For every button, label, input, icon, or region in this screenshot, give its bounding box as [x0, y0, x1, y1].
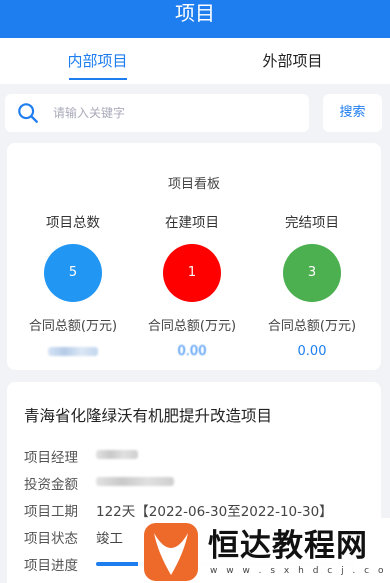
search-button[interactable]: 搜索	[323, 94, 382, 132]
tab-internal-projects[interactable]: 内部项目	[0, 38, 195, 84]
page-title: 项目	[175, 1, 215, 25]
search-bar[interactable]	[5, 94, 309, 132]
stat-completed-projects[interactable]: 完结项目 3 合同总额(万元) 0.00	[252, 211, 372, 359]
dashboard-title: 项目看板	[167, 177, 220, 192]
fish-tail-icon	[154, 533, 188, 575]
amount-label: 合同总额(万元)	[28, 319, 118, 334]
investment-value	[96, 473, 174, 493]
investment-row: 投资金额	[24, 473, 174, 493]
stat-label: 项目总数	[46, 215, 100, 231]
status-row: 项目状态 竣工	[24, 527, 123, 547]
project-manager-row: 项目经理	[24, 446, 138, 466]
row-key: 项目进度	[24, 558, 78, 574]
watermark-text: 恒达教程网	[208, 528, 368, 564]
stat-count-circle[interactable]: 1	[163, 244, 221, 302]
watermark: 恒达教程网 w w w . s x h d c j . c o m	[138, 518, 390, 583]
tab-external-projects[interactable]: 外部项目	[195, 38, 390, 84]
stat-label: 在建项目	[165, 215, 219, 231]
search-input[interactable]	[53, 106, 309, 120]
duration-row: 项目工期 122天【2022-06-30至2022-10-30】	[24, 500, 333, 520]
stat-total-projects[interactable]: 项目总数 5 合同总额(万元)	[13, 211, 133, 359]
project-tabs: 内部项目 外部项目	[0, 38, 390, 84]
amount-value: 0.00	[297, 344, 327, 359]
amount-label: 合同总额(万元)	[267, 319, 357, 334]
stat-label: 完结项目	[285, 215, 339, 231]
app-header: 项目	[0, 0, 390, 38]
project-manager-value	[96, 446, 138, 466]
amount-value	[13, 344, 133, 359]
watermark-url: w w w . s x h d c j . c o m	[210, 566, 390, 576]
amount-label: 合同总额(万元)	[147, 319, 237, 334]
stat-in-progress-projects[interactable]: 在建项目 1 合同总额(万元) 0.00	[132, 211, 252, 359]
amount-value: 0.00	[177, 344, 207, 359]
stat-count-circle[interactable]: 3	[283, 244, 341, 302]
project-name: 青海省化隆绿沃有机肥提升改造项目	[24, 407, 273, 425]
row-key: 投资金额	[24, 477, 78, 493]
stat-count-circle[interactable]: 5	[44, 244, 102, 302]
progress-row: 项目进度	[24, 554, 96, 574]
row-key: 项目工期	[24, 504, 78, 520]
duration-value: 122天【2022-06-30至2022-10-30】	[96, 504, 333, 520]
status-value: 竣工	[96, 531, 123, 547]
project-dashboard: 项目看板 项目总数 5 合同总额(万元) 在建项目 1 合同总额(万元) 0.0…	[7, 143, 381, 370]
row-key: 项目状态	[24, 531, 78, 547]
search-icon	[18, 103, 38, 123]
row-key: 项目经理	[24, 450, 78, 466]
watermark-logo	[144, 523, 198, 581]
